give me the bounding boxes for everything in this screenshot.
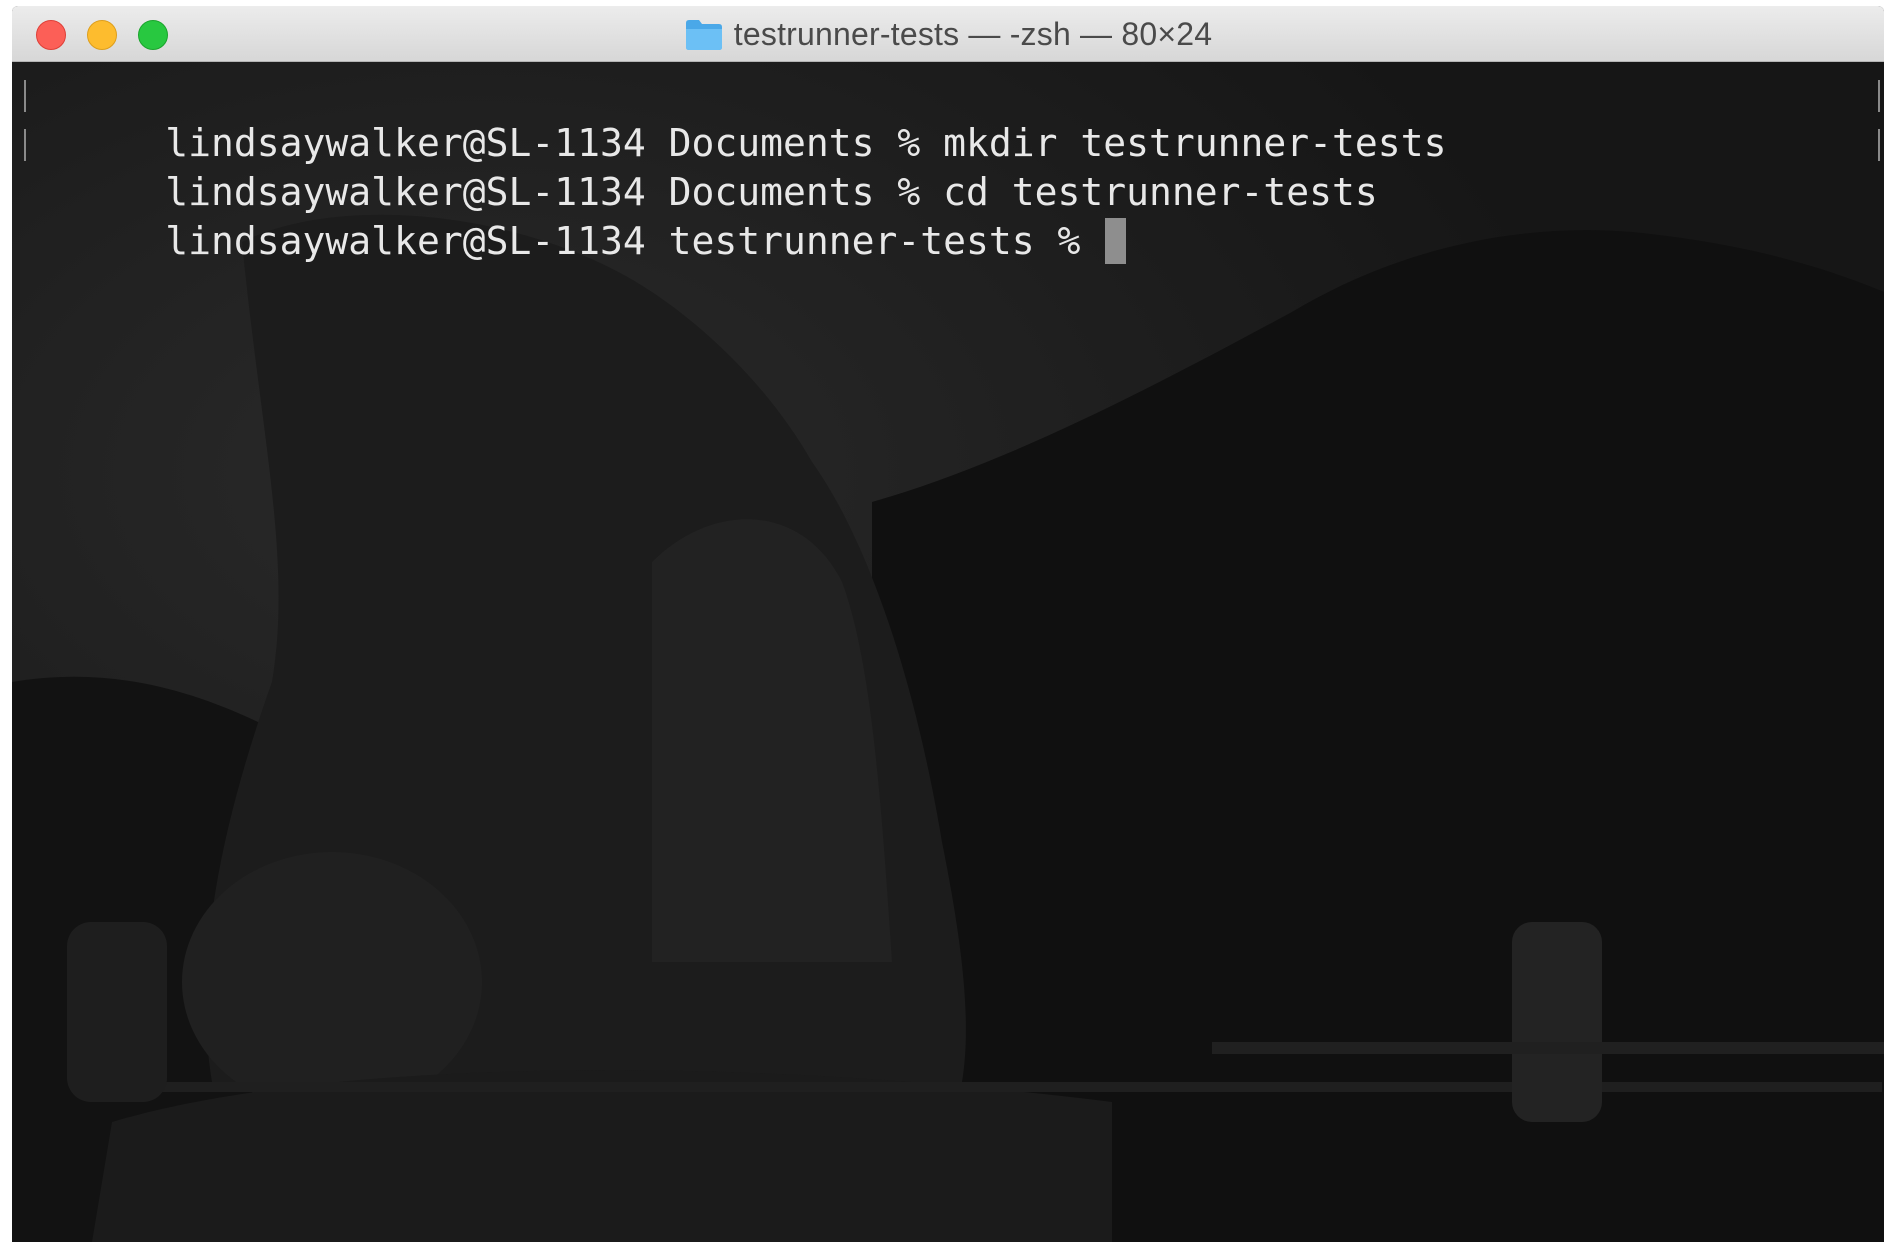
window-title: testrunner-tests — -zsh — 80×24: [733, 15, 1213, 52]
mark-indicator: [24, 80, 26, 112]
mark-indicator-right: [1878, 80, 1880, 112]
window-title-group: testrunner-tests — -zsh — 80×24: [12, 6, 1884, 62]
terminal-line: lindsaywalker@SL-1134 Documents % cd tes…: [24, 119, 1880, 214]
title-bar[interactable]: testrunner-tests — -zsh — 80×24: [12, 6, 1884, 62]
text-cursor: [1105, 218, 1127, 264]
folder-icon: [685, 20, 722, 50]
terminal-window: testrunner-tests — -zsh — 80×24 lindsayw…: [12, 6, 1884, 1242]
terminal-line: lindsaywalker@SL-1134 Documents % mkdir …: [24, 70, 1880, 165]
terminal-output[interactable]: lindsaywalker@SL-1134 Documents % mkdir …: [24, 70, 1880, 264]
mark-indicator: [24, 129, 26, 161]
terminal-prompt-line[interactable]: lindsaywalker@SL-1134 testrunner-tests %: [28, 168, 1864, 264]
mark-indicator-right: [1878, 129, 1880, 161]
terminal-prompt-text: lindsaywalker@SL-1134 testrunner-tests %: [165, 219, 1104, 263]
